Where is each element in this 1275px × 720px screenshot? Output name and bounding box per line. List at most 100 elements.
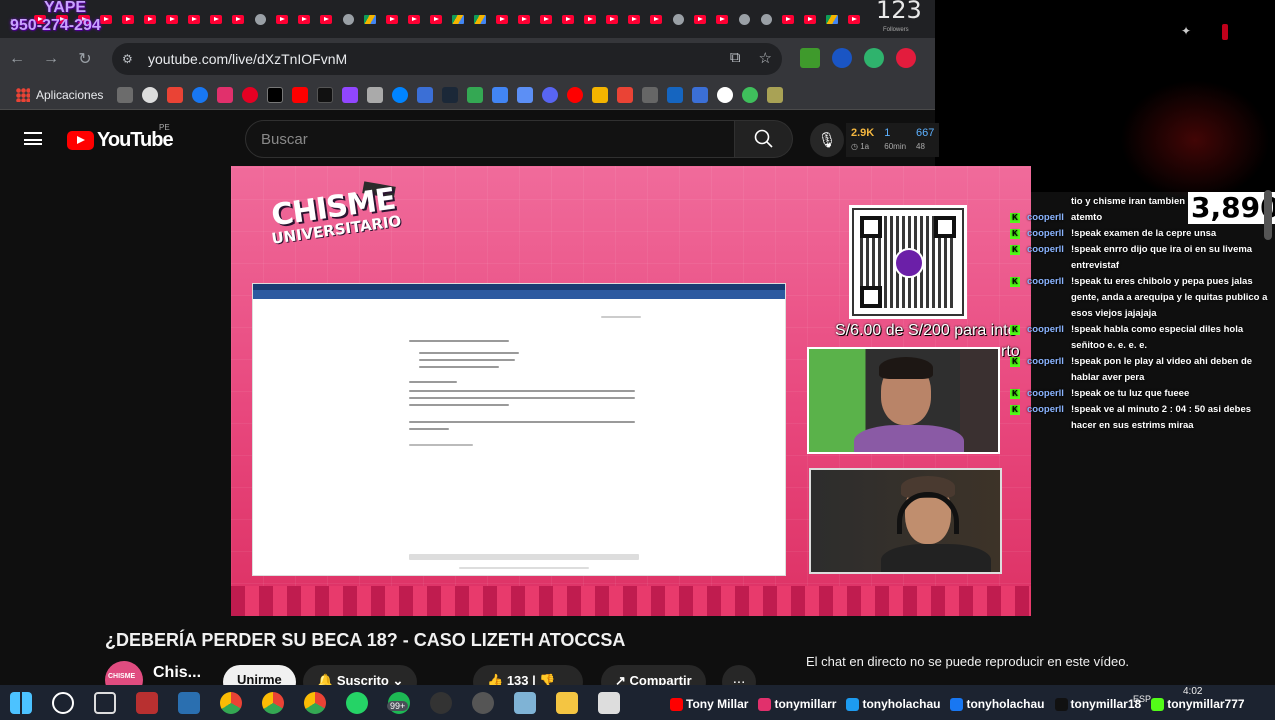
- channel-name[interactable]: Chis...: [153, 664, 201, 682]
- tab-youtube-icon[interactable]: [800, 9, 820, 29]
- tab-youtube-icon[interactable]: [844, 9, 864, 29]
- task-view-icon[interactable]: [94, 691, 116, 714]
- search-taskbar-icon[interactable]: [52, 691, 74, 714]
- forward-arrow-icon[interactable]: →: [34, 42, 68, 76]
- bookmark-icon[interactable]: [667, 86, 684, 103]
- extension-icon[interactable]: [832, 48, 852, 68]
- grammarly-icon[interactable]: [864, 48, 884, 68]
- search-button[interactable]: [735, 120, 793, 158]
- tab-youtube-icon[interactable]: [624, 9, 644, 29]
- discord-bookmark-icon[interactable]: [542, 86, 559, 103]
- tiktok-bookmark-icon[interactable]: [317, 86, 334, 103]
- obs-icon[interactable]: [430, 691, 452, 714]
- instagram-bookmark-icon[interactable]: [217, 86, 234, 103]
- file-explorer-icon[interactable]: [556, 691, 578, 714]
- tab-youtube-icon[interactable]: [536, 9, 556, 29]
- voicemeeter-icon[interactable]: [136, 691, 158, 714]
- twitch-bookmark-icon[interactable]: [342, 86, 359, 103]
- app-icon[interactable]: [598, 691, 620, 714]
- tab-youtube-icon[interactable]: [272, 9, 292, 29]
- bookmark-icon[interactable]: [742, 86, 759, 103]
- tab-youtube-icon[interactable]: [206, 9, 226, 29]
- tab-youtube-icon[interactable]: [602, 9, 622, 29]
- youtube-music-bookmark-icon[interactable]: [567, 86, 584, 103]
- maps-bookmark-icon[interactable]: [467, 86, 484, 103]
- install-app-icon[interactable]: ⧉: [730, 49, 741, 67]
- tab-drive-icon[interactable]: [360, 9, 380, 29]
- tab-youtube-icon[interactable]: [778, 9, 798, 29]
- chrome-icon[interactable]: [304, 691, 326, 714]
- bookmark-icon[interactable]: [417, 86, 434, 103]
- tab-chatgpt-icon[interactable]: [668, 9, 688, 29]
- tab-youtube-icon[interactable]: [558, 9, 578, 29]
- extension-red-icon[interactable]: [896, 48, 916, 68]
- scrollbar[interactable]: [1264, 190, 1272, 240]
- whatsapp-icon[interactable]: [346, 691, 368, 714]
- tab-photos-icon[interactable]: [822, 9, 842, 29]
- bookmark-star-icon[interactable]: ☆: [759, 49, 772, 67]
- tab-youtube-icon[interactable]: [316, 9, 336, 29]
- chrome-icon[interactable]: [220, 691, 242, 714]
- messenger-bookmark-icon[interactable]: [392, 86, 409, 103]
- bookmark-icon[interactable]: [692, 86, 709, 103]
- tab-generic-icon[interactable]: [756, 9, 776, 29]
- chat-text: !speak ve al minuto 2 : 04 : 50 asi debe…: [1071, 404, 1252, 431]
- yape-logo-icon: [894, 248, 924, 278]
- app-icon[interactable]: [178, 691, 200, 714]
- tab-youtube-icon[interactable]: [294, 9, 314, 29]
- bookmark-icon[interactable]: [767, 86, 784, 103]
- tab-groups-icon[interactable]: [117, 86, 134, 103]
- tab-youtube-icon[interactable]: [426, 9, 446, 29]
- app-icon[interactable]: [514, 691, 536, 714]
- bookmark-icon[interactable]: [517, 86, 534, 103]
- tab-youtube-icon[interactable]: [118, 9, 138, 29]
- youtube-logo[interactable]: YouTube PE: [67, 123, 174, 152]
- youtube-bookmark-icon[interactable]: [292, 86, 309, 103]
- drive-bookmark-icon[interactable]: [592, 86, 609, 103]
- language-indicator[interactable]: ESP: [1133, 694, 1151, 704]
- tab-youtube-icon[interactable]: [162, 9, 182, 29]
- app-icon[interactable]: [472, 691, 494, 714]
- social-handle-text: Tony Millar: [686, 697, 749, 711]
- tab-youtube-icon[interactable]: [140, 9, 160, 29]
- tab-youtube-icon[interactable]: [690, 9, 710, 29]
- tab-youtube-icon[interactable]: [382, 9, 402, 29]
- tab-youtube-icon[interactable]: [184, 9, 204, 29]
- tab-generic-icon[interactable]: [250, 9, 270, 29]
- photos-bookmark-icon[interactable]: [617, 86, 634, 103]
- tab-youtube-icon[interactable]: [646, 9, 666, 29]
- microphone-icon[interactable]: 🎙: [810, 123, 844, 157]
- tab-youtube-icon[interactable]: [712, 9, 732, 29]
- back-arrow-icon[interactable]: ←: [0, 42, 34, 76]
- chatgpt-bookmark-icon[interactable]: [142, 86, 159, 103]
- bookmark-apps[interactable]: Aplicaciones: [16, 87, 103, 102]
- tab-youtube-icon[interactable]: [228, 9, 248, 29]
- download-extension-icon[interactable]: [800, 48, 820, 68]
- gmail-bookmark-icon[interactable]: [167, 86, 184, 103]
- windows-start-icon[interactable]: [10, 691, 32, 714]
- bookmark-icon[interactable]: [717, 86, 734, 103]
- tab-generic-icon[interactable]: [338, 9, 358, 29]
- chrome-icon[interactable]: [262, 691, 284, 714]
- video-player[interactable]: CHISME UNIVERSITARIO S/6.00 de S/200 par…: [231, 166, 1031, 616]
- tab-youtube-icon[interactable]: [492, 9, 512, 29]
- x-bookmark-icon[interactable]: [267, 86, 284, 103]
- tab-youtube-icon[interactable]: [404, 9, 424, 29]
- tab-drive-icon[interactable]: [448, 9, 468, 29]
- reload-icon[interactable]: ↻: [68, 42, 102, 76]
- tab-youtube-icon[interactable]: [580, 9, 600, 29]
- facebook-bookmark-icon[interactable]: [192, 86, 209, 103]
- tab-generic-icon[interactable]: [734, 9, 754, 29]
- taskbar-clock[interactable]: 4:02: [1183, 686, 1202, 697]
- search-input[interactable]: Buscar: [245, 120, 735, 158]
- pinterest-bookmark-icon[interactable]: [242, 86, 259, 103]
- image-bookmark-icon[interactable]: [367, 86, 384, 103]
- address-bar[interactable]: ⚙ youtube.com/live/dXzTnIOFvnM ⧉ ☆: [112, 43, 782, 75]
- translate-bookmark-icon[interactable]: [492, 86, 509, 103]
- menu-icon[interactable]: [24, 132, 42, 145]
- bookmark-icon[interactable]: [642, 86, 659, 103]
- steam-bookmark-icon[interactable]: [442, 86, 459, 103]
- tab-drive-icon[interactable]: [470, 9, 490, 29]
- site-info-icon[interactable]: ⚙: [122, 52, 140, 66]
- tab-youtube-icon[interactable]: [514, 9, 534, 29]
